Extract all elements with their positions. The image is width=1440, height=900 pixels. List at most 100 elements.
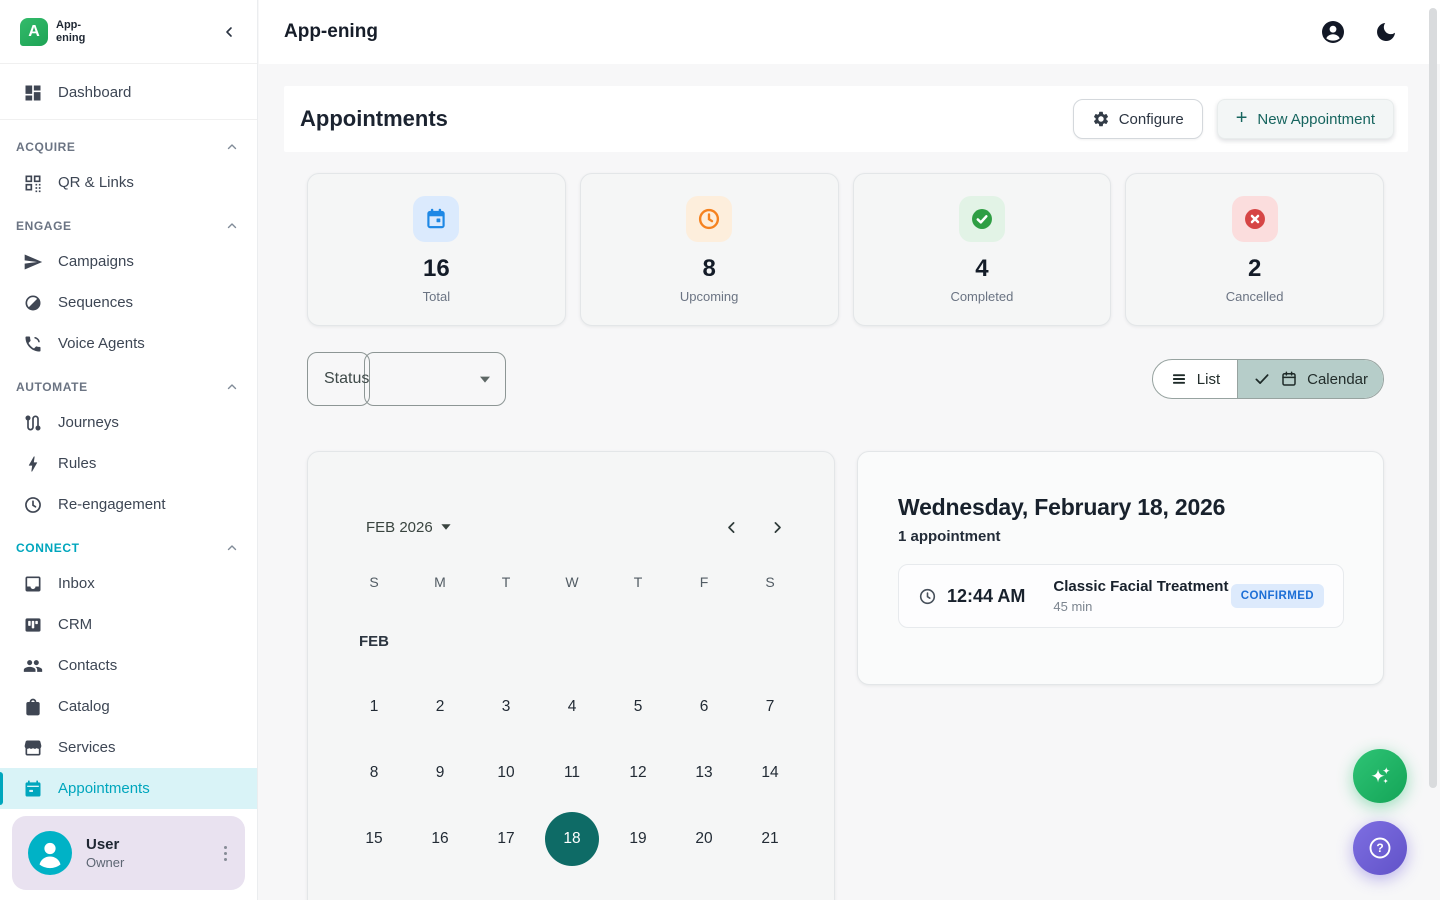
sidebar-item-label: Dashboard [58,84,131,101]
calendar-icon [1280,370,1298,388]
logo-line-2: ening [56,32,85,44]
calendar-day[interactable]: 17 [473,806,539,872]
user-menu-button[interactable] [214,836,237,871]
sidebar-item-label: Sequences [58,294,133,311]
weekday-label: M [407,574,473,590]
account-circle-icon [1320,19,1346,45]
calendar-icon [413,196,459,242]
calendar-day[interactable]: 2 [407,674,473,740]
configure-label: Configure [1119,111,1184,128]
app-logo-icon: A [20,18,48,46]
calendar-day-selected[interactable]: 18 [539,806,605,872]
calendar-day[interactable]: 13 [671,740,737,806]
calendar-day[interactable]: 14 [737,740,803,806]
prev-month-button[interactable] [718,514,744,540]
kanban-icon [23,615,43,635]
dashboard-icon [23,83,43,103]
appointment-service: Classic Facial Treatment [1053,578,1228,595]
sidebar-item-label: Contacts [58,657,117,674]
chevron-left-icon [723,519,740,536]
chevron-up-icon [225,380,239,394]
selected-date-heading: Wednesday, February 18, 2026 [898,494,1225,521]
sidebar-item-appointments[interactable]: Appointments [0,768,257,809]
calendar-day[interactable]: 1 [341,674,407,740]
new-appointment-button[interactable]: + New Appointment [1217,99,1394,139]
inbox-icon [23,574,43,594]
sidebar-item-services[interactable]: Services [0,727,257,768]
question-circle-icon: ? [1366,834,1394,862]
sidebar-header: A App- ening [0,0,257,64]
sidebar-item-voice-agents[interactable]: Voice Agents [0,323,257,364]
user-card[interactable]: User Owner [12,816,245,890]
view-toggle-calendar[interactable]: Calendar [1237,360,1383,398]
list-icon [1170,370,1188,388]
stat-value: 16 [423,255,450,283]
calendar-header: FEB 2026 [366,514,790,540]
sidebar-item-label: QR & Links [58,174,134,191]
sidebar-item-campaigns[interactable]: Campaigns [0,241,257,282]
lightning-icon [23,454,43,474]
scrollbar-thumb[interactable] [1429,8,1437,788]
sidebar-item-re-engagement[interactable]: Re-engagement [0,484,257,525]
calendar-day[interactable]: 8 [341,740,407,806]
sidebar-item-journeys[interactable]: Journeys [0,402,257,443]
svg-text:?: ? [1376,841,1383,855]
calendar-day[interactable]: 5 [605,674,671,740]
sidebar-item-catalog[interactable]: Catalog [0,686,257,727]
stats-row: 16 Total 8 Upcoming 4 Completed 2 Cancel… [307,173,1384,326]
next-month-button[interactable] [764,514,790,540]
status-filter-select[interactable]: Status [307,352,506,406]
sidebar-item-sequences[interactable]: Sequences [0,282,257,323]
sidebar-item-contacts[interactable]: Contacts [0,645,257,686]
chevron-up-icon [225,219,239,233]
bag-icon [23,697,43,717]
stat-label: Total [423,289,450,304]
calendar-day[interactable]: 20 [671,806,737,872]
calendar-day[interactable]: 11 [539,740,605,806]
stat-card-completed: 4 Completed [853,173,1112,326]
calendar-day[interactable]: 16 [407,806,473,872]
sidebar-section-acquire[interactable]: ACQUIRE [0,124,257,162]
sidebar-item-crm[interactable]: CRM [0,604,257,645]
ai-assistant-button[interactable] [1353,749,1407,803]
calendar-day[interactable]: 7 [737,674,803,740]
calendar-day[interactable]: 12 [605,740,671,806]
sidebar-section-engage[interactable]: ENGAGE [0,203,257,241]
calendar-day[interactable]: 6 [671,674,737,740]
sidebar-item-label: Journeys [58,414,119,431]
user-info: User Owner [86,836,124,870]
sidebar-section-automate[interactable]: AUTOMATE [0,364,257,402]
calendar-day[interactable]: 15 [341,806,407,872]
sidebar-item-rules[interactable]: Rules [0,443,257,484]
help-button[interactable]: ? [1353,821,1407,875]
sidebar-item-inbox[interactable]: Inbox [0,563,257,604]
configure-button[interactable]: Configure [1073,99,1203,139]
send-icon [23,252,43,272]
calendar-day[interactable]: 9 [407,740,473,806]
weekday-label: S [341,574,407,590]
people-icon [23,656,43,676]
weekday-label: W [539,574,605,590]
account-button[interactable] [1320,19,1346,45]
calendar-day[interactable]: 21 [737,806,803,872]
sidebar-collapse-button[interactable] [217,20,241,44]
sidebar-item-dashboard[interactable]: Dashboard [0,72,257,113]
view-toggle-list[interactable]: List [1153,360,1237,398]
calendar-day[interactable]: 4 [539,674,605,740]
calendar-day[interactable]: 3 [473,674,539,740]
stat-label: Completed [950,289,1013,304]
check-icon [1253,370,1271,388]
topbar-icons [1320,19,1398,45]
appointment-duration: 45 min [1053,599,1228,614]
topbar-title: App-ening [284,21,378,43]
stat-value: 2 [1248,255,1261,283]
month-selector[interactable]: FEB 2026 [366,519,451,536]
calendar-day[interactable]: 19 [605,806,671,872]
sidebar-item-qr-links[interactable]: QR & Links [0,162,257,203]
calendar-day[interactable]: 10 [473,740,539,806]
sidebar-section-connect[interactable]: CONNECT [0,525,257,563]
dark-mode-toggle[interactable] [1374,20,1398,44]
sparkles-icon [1367,763,1393,789]
month-label: FEB 2026 [366,519,433,536]
appointment-row[interactable]: 12:44 AM Classic Facial Treatment 45 min… [898,564,1344,628]
